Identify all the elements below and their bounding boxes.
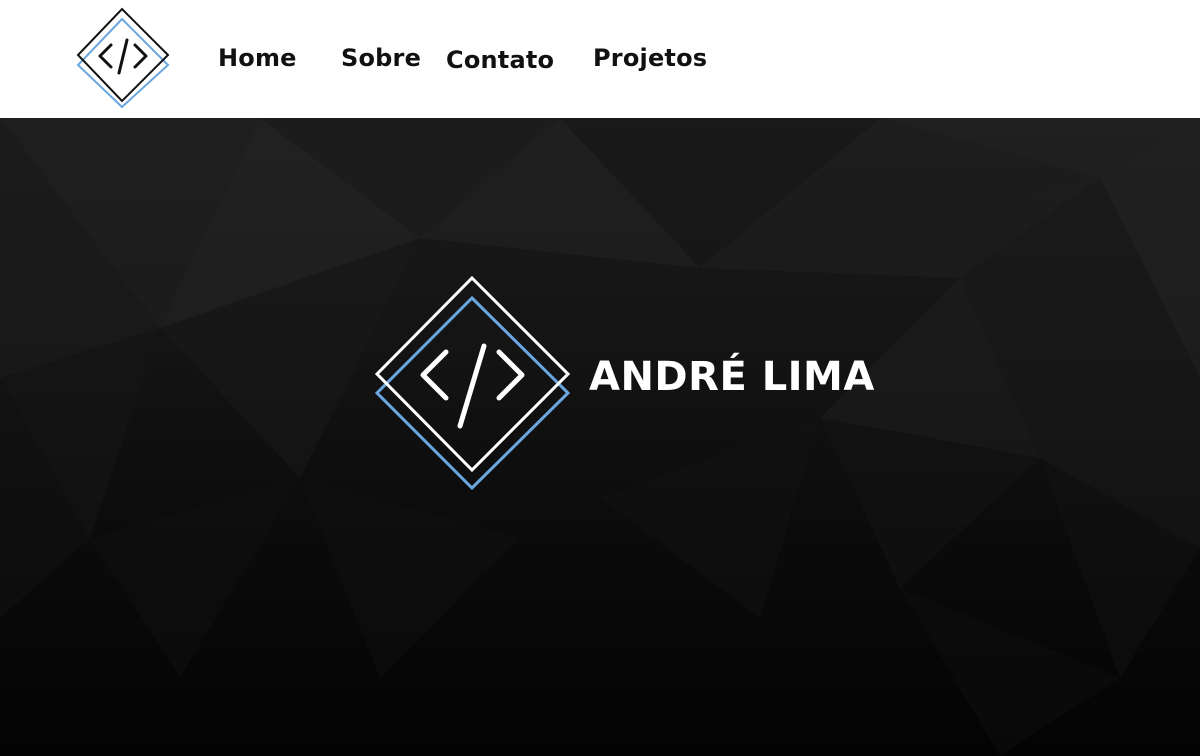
- code-logo-icon: [76, 7, 170, 109]
- site-logo-link[interactable]: [74, 7, 172, 111]
- hero-name-title: ANDRÉ LIMA: [589, 354, 875, 400]
- nav-link-home[interactable]: Home: [218, 44, 297, 72]
- polygon-background: [0, 118, 1200, 756]
- hero-section: ANDRÉ LIMA: [0, 118, 1200, 756]
- top-navbar: Home Sobre Contato Projetos: [0, 0, 1200, 118]
- hero-code-logo-icon: [374, 276, 571, 491]
- nav-link-contato[interactable]: Contato: [446, 46, 554, 74]
- nav-link-projetos[interactable]: Projetos: [593, 44, 707, 72]
- nav-link-sobre[interactable]: Sobre: [341, 44, 421, 72]
